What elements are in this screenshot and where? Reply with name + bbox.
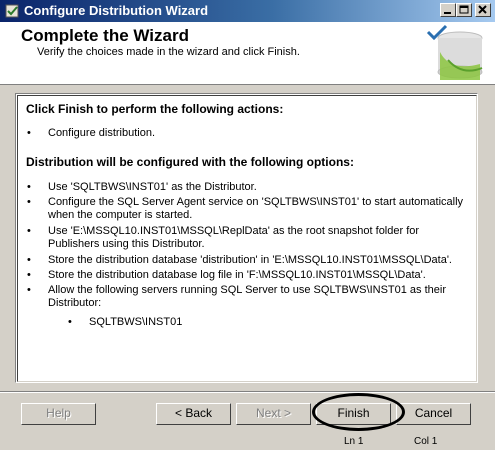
close-button[interactable] — [475, 3, 491, 17]
status-bar: Ln 1 Col 1 — [0, 436, 495, 450]
option-text: Store the distribution database log file… — [48, 269, 426, 281]
bullet: • — [27, 181, 31, 193]
option-text: Configure the SQL Server Agent service o… — [48, 196, 464, 221]
server-name: SQLTBWS\INST01 — [89, 316, 183, 328]
wizard-icon — [5, 4, 19, 18]
page-title: Complete the Wizard — [21, 26, 189, 45]
bullet: • — [27, 284, 31, 296]
bullet: • — [27, 196, 31, 208]
footer-divider-highlight — [0, 392, 495, 393]
actions-heading: Click Finish to perform the following ac… — [26, 102, 284, 116]
close-icon — [478, 5, 487, 14]
bullet: • — [27, 127, 31, 139]
cancel-button[interactable]: Cancel — [396, 403, 471, 425]
bullet: • — [27, 269, 31, 281]
maximize-icon — [459, 5, 469, 14]
wizard-header: Complete the Wizard Verify the choices m… — [0, 22, 495, 85]
bullet: • — [68, 316, 72, 328]
options-heading: Distribution will be configured with the… — [26, 155, 354, 169]
window-title: Configure Distribution Wizard — [24, 3, 209, 18]
finish-button[interactable]: Finish — [316, 403, 391, 425]
server-checkmark-icon — [426, 24, 483, 80]
maximize-button[interactable] — [456, 3, 472, 17]
summary-text-area: Click Finish to perform the following ac… — [17, 95, 477, 382]
action-text: Configure distribution. — [48, 127, 156, 139]
minimize-icon — [444, 12, 451, 14]
option-text: Use 'SQLTBWS\INST01' as the Distributor. — [48, 181, 257, 193]
minimize-button[interactable] — [440, 3, 456, 17]
bullet: • — [27, 254, 31, 266]
next-button[interactable]: Next > — [236, 403, 311, 425]
page-subtitle: Verify the choices made in the wizard an… — [37, 46, 300, 58]
option-text: Use 'E:\MSSQL10.INST01\MSSQL\ReplData' a… — [48, 225, 420, 250]
option-text: Store the distribution database 'distrib… — [48, 254, 452, 266]
bullet: • — [27, 225, 31, 237]
option-text: Allow the following servers running SQL … — [48, 284, 446, 309]
summary-panel[interactable]: Click Finish to perform the following ac… — [15, 93, 478, 383]
help-button[interactable]: Help — [21, 403, 96, 425]
column-indicator: Col 1 — [414, 436, 438, 447]
title-bar: Configure Distribution Wizard — [0, 0, 495, 22]
back-button[interactable]: < Back — [156, 403, 231, 425]
line-indicator: Ln 1 — [344, 436, 364, 447]
